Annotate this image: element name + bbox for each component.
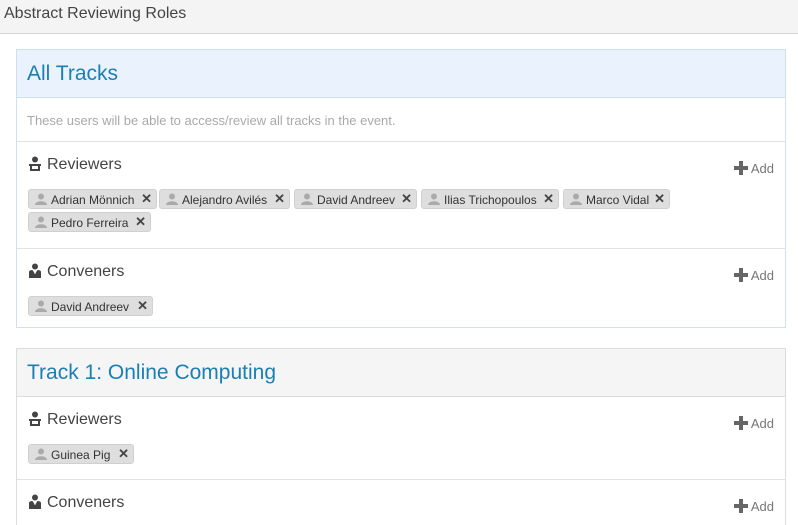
- remove-icon[interactable]: ✕: [141, 191, 152, 207]
- remove-icon[interactable]: ✕: [274, 191, 285, 207]
- user-chip: David Andreev ✕: [294, 189, 417, 209]
- user-icon: [570, 193, 582, 205]
- add-label: Add: [750, 160, 774, 176]
- reviewers-section: Reviewers Add Guinea Pig ✕: [17, 397, 785, 480]
- panel-header: Track 1: Online Computing: [17, 349, 785, 397]
- user-chip-name: David Andreev: [51, 300, 130, 314]
- add-label: Add: [750, 498, 774, 514]
- user-icon: [35, 448, 47, 460]
- panel-heading: Track 1: Online Computing: [27, 361, 276, 384]
- page-title: Abstract Reviewing Roles: [4, 5, 187, 22]
- reviewers-section: Reviewers Add Adrian Mönnich ✕ Alejandro…: [17, 142, 785, 249]
- add-convener-button[interactable]: Add: [733, 498, 774, 514]
- user-icon: [428, 193, 440, 205]
- user-chip: Alejandro Avilés ✕: [159, 189, 290, 209]
- remove-icon[interactable]: ✕: [543, 191, 554, 207]
- user-chip-name: Pedro Ferreira: [51, 216, 129, 230]
- plus-icon: [733, 499, 748, 513]
- add-label: Add: [750, 267, 774, 283]
- reviewers-title: Reviewers: [47, 156, 122, 173]
- user-icon: [35, 300, 47, 312]
- conveners-title: Conveners: [47, 494, 125, 511]
- user-chip-name: Alejandro Avilés: [182, 193, 268, 207]
- remove-icon[interactable]: ✕: [654, 191, 665, 207]
- user-chip: Pedro Ferreira ✕: [28, 212, 151, 232]
- panel-track-1: Track 1: Online Computing Reviewers Add …: [16, 348, 786, 525]
- reviewer-icon: [29, 156, 41, 171]
- remove-icon[interactable]: ✕: [135, 214, 146, 230]
- convener-icon: [29, 263, 41, 278]
- conveners-section: Conveners Add David Andreev ✕: [17, 249, 785, 329]
- add-convener-button[interactable]: Add: [733, 267, 774, 283]
- plus-icon: [733, 416, 748, 430]
- remove-icon[interactable]: ✕: [401, 191, 412, 207]
- plus-icon: [733, 268, 748, 282]
- panel-header: All Tracks: [17, 50, 785, 98]
- user-chip-name: Marco Vidal: [586, 193, 650, 207]
- user-chip-name: Guinea Pig: [51, 448, 111, 462]
- user-chip: Guinea Pig ✕: [28, 444, 134, 464]
- user-chip: Ilias Trichopoulos ✕: [421, 189, 559, 209]
- add-reviewer-button[interactable]: Add: [733, 160, 774, 176]
- convener-icon: [29, 494, 41, 509]
- user-icon: [35, 193, 47, 205]
- panel-all-tracks: All Tracks These users will be able to a…: [16, 49, 786, 328]
- plus-icon: [733, 161, 748, 175]
- add-reviewer-button[interactable]: Add: [733, 415, 774, 431]
- user-chip: Marco Vidal ✕: [563, 189, 670, 209]
- conveners-section: Conveners Add: [17, 480, 785, 525]
- user-chip-name: Adrian Mönnich: [51, 193, 135, 207]
- user-icon: [35, 216, 47, 228]
- remove-icon[interactable]: ✕: [137, 298, 148, 314]
- user-icon: [166, 193, 178, 205]
- user-chip: Adrian Mönnich ✕: [28, 189, 157, 209]
- page-header: Abstract Reviewing Roles: [0, 0, 798, 34]
- user-chip: David Andreev ✕: [28, 296, 153, 316]
- panel-heading: All Tracks: [27, 62, 119, 85]
- reviewers-title: Reviewers: [47, 411, 122, 428]
- user-chip-name: Ilias Trichopoulos: [444, 193, 537, 207]
- user-chip-name: David Andreev: [317, 193, 396, 207]
- panel-description: These users will be able to access/revie…: [27, 113, 396, 128]
- remove-icon[interactable]: ✕: [118, 446, 129, 462]
- conveners-title: Conveners: [47, 263, 125, 280]
- user-icon: [301, 193, 313, 205]
- add-label: Add: [750, 415, 774, 431]
- panel-description-row: These users will be able to access/revie…: [17, 98, 785, 142]
- reviewer-icon: [29, 411, 41, 426]
